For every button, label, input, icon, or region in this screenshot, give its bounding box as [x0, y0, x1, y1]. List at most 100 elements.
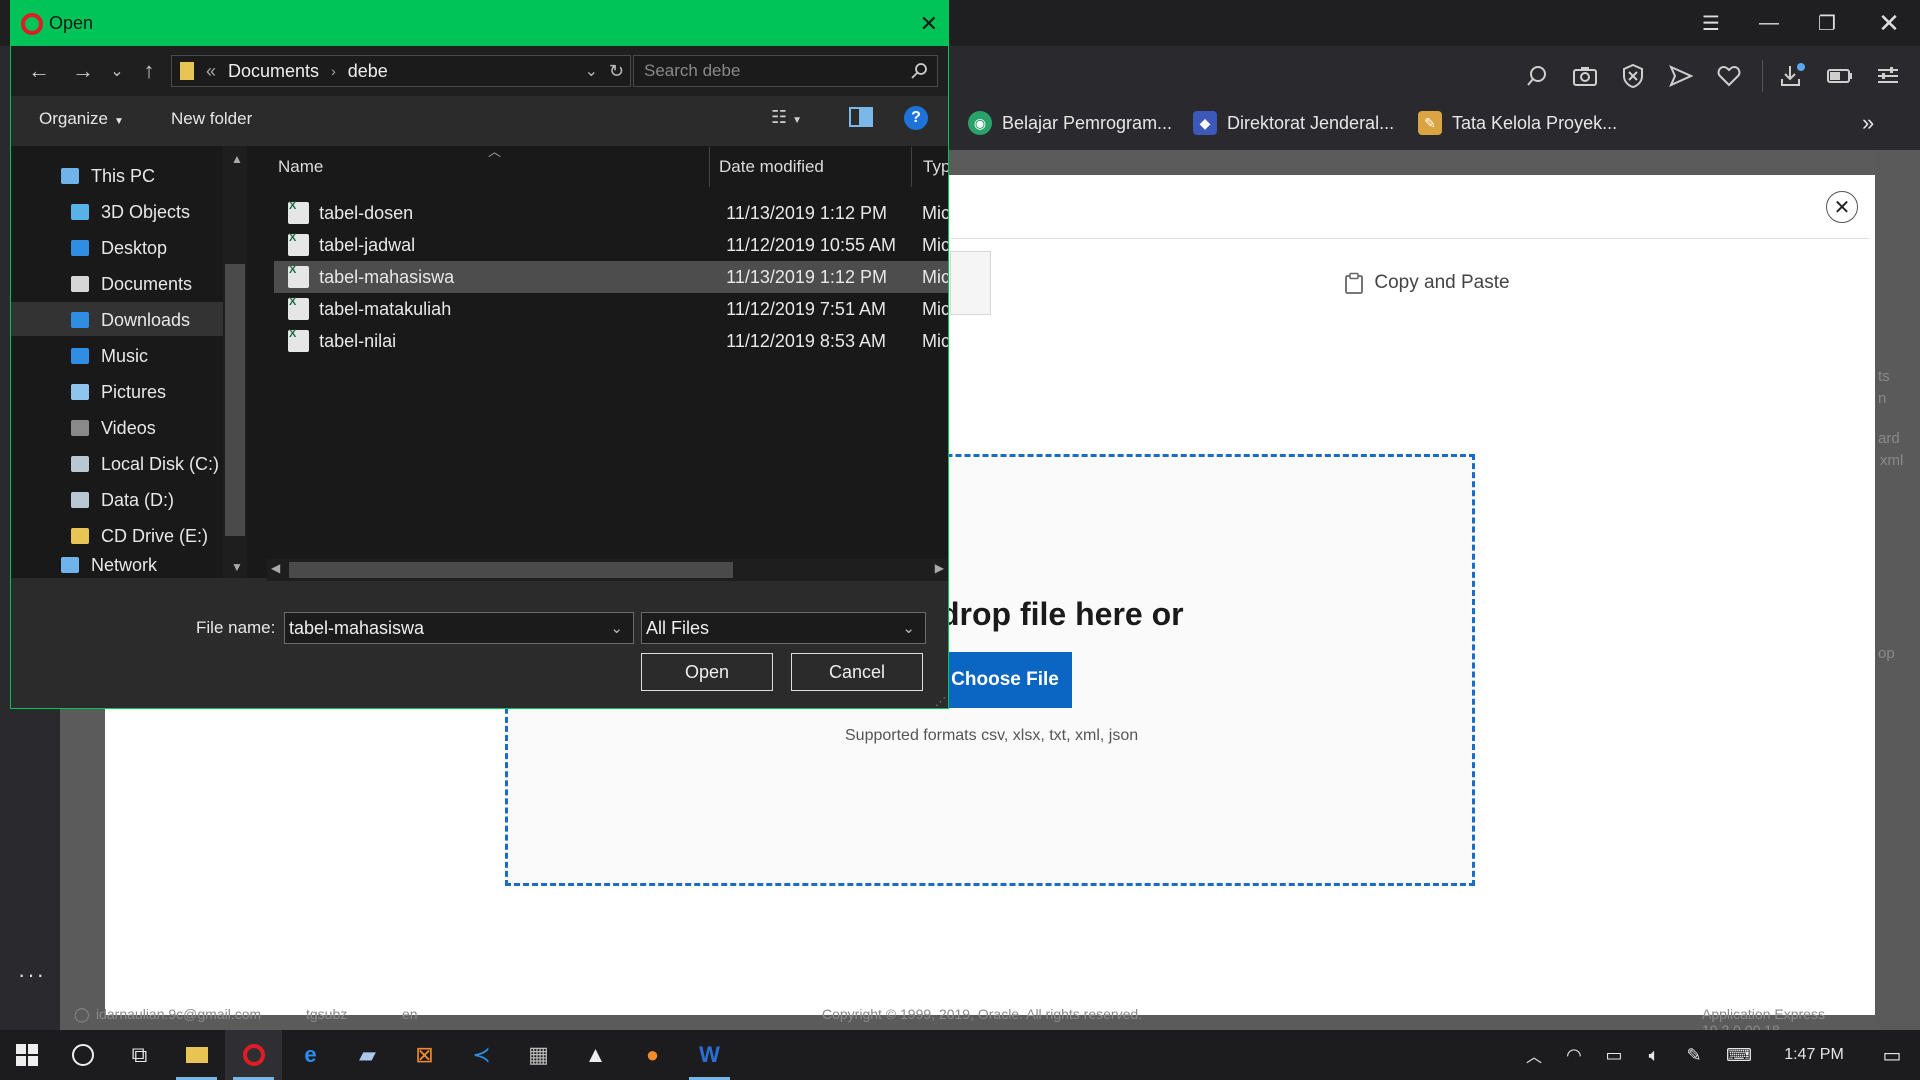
cortana-icon[interactable] [54, 1030, 111, 1080]
word-icon[interactable]: W [681, 1030, 738, 1080]
choose-file-button[interactable]: Choose File [938, 652, 1072, 708]
action-center-icon[interactable]: ▭ [1864, 1030, 1920, 1080]
task-view-icon[interactable]: ⧉ [111, 1030, 168, 1080]
file-row[interactable]: tabel-jadwal 11/12/2019 10:55 AM Mic [274, 229, 948, 261]
sliders-icon[interactable] [1870, 58, 1906, 94]
show-hidden-icons-chevron-icon[interactable]: ︿ [1514, 1030, 1554, 1080]
file-name-input[interactable]: tabel-mahasiswa ⌄ [284, 612, 634, 644]
close-window-button[interactable]: ✕ [1860, 0, 1918, 46]
address-dropdown-chevron-icon[interactable]: ⌄ [585, 61, 598, 81]
send-icon[interactable] [1663, 58, 1699, 94]
network-wifi-icon[interactable]: ◠ [1554, 1030, 1594, 1080]
chevron-right-icon[interactable]: › [331, 63, 336, 79]
downloads-icon[interactable] [1774, 58, 1810, 94]
scrollbar-thumb[interactable] [289, 562, 733, 578]
view-options-icon[interactable]: ☷ ▼ [771, 107, 802, 128]
sidebar-item-videos[interactable]: Videos [69, 411, 249, 445]
cancel-button[interactable]: Cancel [791, 653, 923, 691]
sidebar-item-data-d[interactable]: Data (D:) [69, 483, 249, 517]
scroll-up-icon[interactable]: ▲ [231, 152, 243, 166]
open-button[interactable]: Open [641, 653, 773, 691]
sidebar-item-music[interactable]: Music [69, 339, 249, 373]
column-header-name[interactable]: Name [278, 147, 323, 187]
resize-grip-icon[interactable]: ⋰ [935, 695, 946, 708]
vscode-icon[interactable]: ≺ [453, 1030, 510, 1080]
pen-ink-icon[interactable]: ✎ [1674, 1030, 1714, 1080]
navigation-pane-scrollbar[interactable]: ▲ ▼ [223, 146, 247, 578]
new-folder-button[interactable]: New folder [171, 109, 252, 129]
clock[interactable]: 1:47 PM [1764, 1030, 1864, 1080]
sidebar-item-desktop[interactable]: Desktop [69, 231, 249, 265]
scroll-left-icon[interactable]: ◀ [271, 561, 280, 575]
up-arrow-icon[interactable]: ↑ [131, 53, 167, 89]
search-input[interactable]: Search debe [644, 61, 740, 81]
file-list-horizontal-scrollbar[interactable]: ◀ ▶ [267, 559, 948, 581]
battery-icon[interactable]: ▭ [1594, 1030, 1634, 1080]
address-bar[interactable]: « Documents › debe ⌄ ↻ [171, 55, 631, 87]
sidebar-item-pictures[interactable]: Pictures [69, 375, 249, 409]
file-name-value: tabel-mahasiswa [289, 617, 425, 638]
address-segment-debe[interactable]: debe [348, 61, 388, 82]
sidebar-item-documents[interactable]: Documents [69, 267, 249, 301]
tab-copy-and-paste[interactable]: Copy and Paste [990, 251, 1863, 315]
chevron-down-icon[interactable]: ⌄ [902, 619, 915, 637]
edge-icon[interactable]: e [282, 1030, 339, 1080]
bookmark-item[interactable]: ✎ Tata Kelola Proyek... [1418, 108, 1617, 138]
calculator-icon[interactable]: ▦ [510, 1030, 567, 1080]
chevrons-right-icon[interactable]: » [1862, 110, 1874, 136]
battery-saver-icon[interactable] [1822, 58, 1858, 94]
heart-icon[interactable] [1711, 58, 1747, 94]
sidebar-item-local-disk-c[interactable]: Local Disk (C:) [69, 447, 249, 481]
column-header-type[interactable]: Typ [923, 147, 948, 187]
file-name: tabel-dosen [319, 202, 414, 223]
firefox-icon[interactable]: ● [624, 1030, 681, 1080]
bookmark-item[interactable]: ◉ Belajar Pemrogram... [968, 108, 1172, 138]
scrollbar-thumb[interactable] [225, 264, 245, 536]
sidebar-item-3d-objects[interactable]: 3D Objects [69, 195, 249, 229]
search-icon[interactable] [1519, 58, 1555, 94]
search-box[interactable]: Search debe [633, 55, 938, 87]
chevron-down-icon[interactable]: ⌄ [610, 619, 623, 637]
dialog-close-button[interactable]: ✕ [920, 11, 938, 37]
address-overflow[interactable]: « [206, 61, 216, 82]
xampp-icon[interactable]: ⊠ [396, 1030, 453, 1080]
file-type-select[interactable]: All Files ⌄ [641, 612, 926, 644]
scroll-right-icon[interactable]: ▶ [935, 561, 944, 575]
file-row[interactable]: tabel-dosen 11/13/2019 1:12 PM Mic [274, 197, 948, 229]
photos-icon[interactable]: ▲ [567, 1030, 624, 1080]
preview-pane-icon[interactable] [849, 107, 873, 127]
notepad-icon[interactable]: ▰ [339, 1030, 396, 1080]
file-row[interactable]: tabel-mahasiswa 11/13/2019 1:12 PM Mic [274, 261, 948, 293]
sidebar-item-cd-drive-e[interactable]: CD Drive (E:) [69, 519, 249, 553]
help-icon[interactable]: ? [904, 106, 928, 130]
organize-button[interactable]: Organize ▼ [39, 109, 124, 129]
modal-close-button[interactable]: ✕ [1826, 191, 1858, 223]
restore-window-button[interactable]: ❐ [1798, 0, 1856, 46]
forward-arrow-icon[interactable]: → [65, 53, 101, 89]
sidebar-item-downloads[interactable]: Downloads [69, 303, 249, 337]
snapshot-icon[interactable] [1567, 58, 1603, 94]
column-header-date-modified[interactable]: Date modified [719, 147, 824, 187]
back-arrow-icon[interactable]: ← [21, 53, 57, 89]
recent-locations-chevron-icon[interactable]: ⌄ [99, 53, 135, 89]
footer-email[interactable]: idarnaulian.9c@gmail.com [96, 1006, 261, 1022]
file-row[interactable]: tabel-nilai 11/12/2019 8:53 AM Mic [274, 325, 948, 357]
minimize-window-button[interactable]: — [1740, 0, 1798, 46]
volume-icon[interactable]: 🔈︎ [1634, 1030, 1674, 1080]
file-row[interactable]: tabel-matakuliah 11/12/2019 7:51 AM Mic [274, 293, 948, 325]
refresh-icon[interactable]: ↻ [609, 61, 624, 82]
adblock-shield-icon[interactable] [1615, 58, 1651, 94]
windows-start-icon[interactable] [0, 1030, 54, 1080]
sidebar-item-this-pc[interactable]: This PC [59, 159, 239, 193]
footer-language[interactable]: en [402, 1006, 418, 1022]
file-explorer-icon[interactable] [168, 1030, 225, 1080]
bookmark-item[interactable]: ◆ Direktorat Jenderal... [1193, 108, 1394, 138]
opera-icon[interactable] [225, 1030, 282, 1080]
sidebar-more-icon[interactable]: ··· [18, 962, 46, 988]
footer-workspace[interactable]: tgsubz [306, 1006, 347, 1022]
easy-setup-icon[interactable]: ☰ [1682, 0, 1740, 46]
sidebar-item-network[interactable]: Network [59, 555, 239, 577]
scroll-down-icon[interactable]: ▼ [231, 560, 243, 574]
touch-keyboard-icon[interactable]: ⌨ [1714, 1030, 1764, 1080]
address-segment-documents[interactable]: Documents [228, 61, 319, 82]
